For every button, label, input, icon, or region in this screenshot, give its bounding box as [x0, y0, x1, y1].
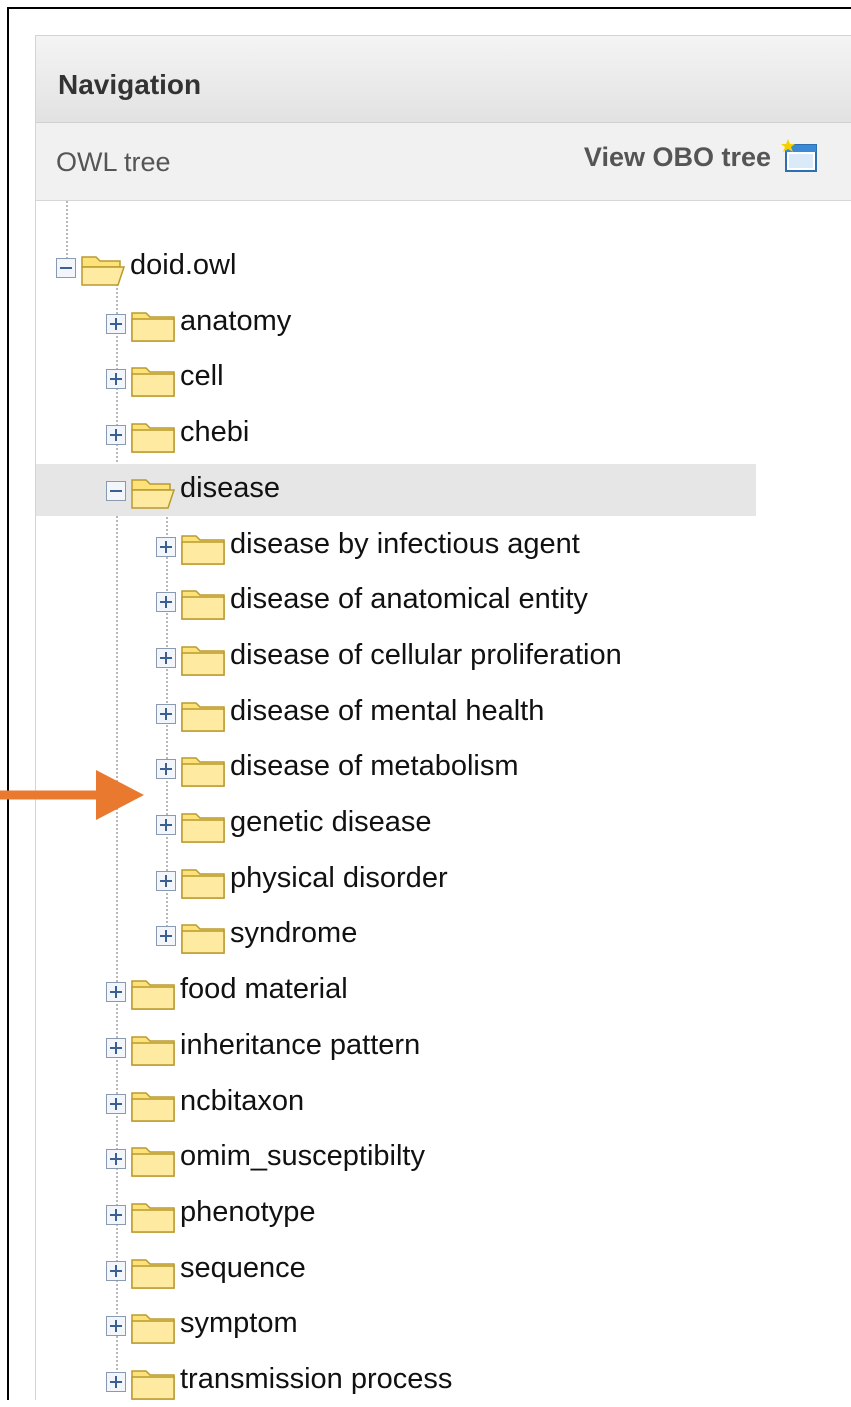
owl-tree: doid.owl anatomy cell chebi disease disease b… — [36, 201, 851, 1400]
folder-icon — [130, 1142, 176, 1178]
tree-node-label[interactable]: disease of anatomical entity — [230, 583, 588, 616]
folder-icon — [130, 1309, 176, 1345]
tree-node-label[interactable]: disease of metabolism — [230, 750, 519, 783]
tree-node-label[interactable]: sequence — [180, 1252, 306, 1285]
tree-node-label[interactable]: genetic disease — [230, 806, 432, 839]
collapse-toggle-icon[interactable] — [56, 258, 76, 278]
expand-toggle-icon[interactable] — [156, 536, 176, 557]
expand-toggle-icon[interactable] — [156, 926, 176, 947]
tree-switch-bar: OWL tree View OBO tree — [36, 123, 851, 201]
tree-node-label[interactable]: transmission process — [180, 1363, 452, 1396]
tree-node-food-material[interactable]: food material — [36, 965, 756, 1017]
tree-node-label[interactable]: chebi — [180, 416, 249, 449]
folder-icon — [130, 307, 176, 343]
folder-icon — [180, 919, 226, 955]
new-window-icon[interactable] — [781, 139, 821, 175]
folder-icon — [130, 975, 176, 1011]
folder-icon — [130, 1031, 176, 1067]
tree-node-label[interactable]: disease of mental health — [230, 695, 544, 728]
expand-toggle-icon[interactable] — [106, 982, 126, 1003]
panel-title: Navigation — [58, 69, 202, 100]
tree-node-label[interactable]: omim_susceptibilty — [180, 1140, 425, 1173]
expand-toggle-icon[interactable] — [156, 815, 176, 835]
tree-node-label[interactable]: food material — [180, 973, 348, 1006]
view-obo-tree-link[interactable]: View OBO tree — [584, 139, 821, 175]
tree-node-disease-of-mental-health[interactable]: disease of mental health — [36, 687, 756, 739]
expand-toggle-icon[interactable] — [106, 1037, 126, 1058]
view-obo-tree-label[interactable]: View OBO tree — [584, 142, 771, 173]
folder-icon — [180, 752, 226, 788]
expand-toggle-icon[interactable] — [106, 369, 126, 390]
expand-toggle-icon[interactable] — [156, 703, 176, 724]
tree-node-disease-of-cellular-proliferation[interactable]: disease of cellular proliferation — [36, 631, 756, 683]
tree-node-ncbitaxon[interactable]: ncbitaxon — [36, 1077, 756, 1129]
folder-icon — [180, 808, 226, 844]
tree-node-doid-owl[interactable]: doid.owl — [36, 241, 756, 293]
expand-toggle-icon[interactable] — [106, 1372, 126, 1392]
tree-node-disease-of-anatomical-entity[interactable]: disease of anatomical entity — [36, 575, 756, 627]
folder-icon — [130, 1198, 176, 1234]
folder-icon — [130, 1365, 176, 1401]
tree-node-label[interactable]: symptom — [180, 1307, 298, 1340]
folder-icon — [180, 864, 226, 900]
folder-icon — [180, 641, 226, 677]
folder-icon — [130, 1254, 176, 1290]
tree-node-symptom[interactable]: symptom — [36, 1299, 756, 1351]
expand-toggle-icon[interactable] — [106, 1260, 126, 1281]
tree-node-label[interactable]: anatomy — [180, 305, 291, 338]
expand-toggle-icon[interactable] — [156, 870, 176, 891]
tree-node-disease[interactable]: disease — [36, 463, 756, 516]
expand-toggle-icon[interactable] — [106, 1316, 126, 1337]
folder-icon — [130, 1087, 176, 1123]
tree-node-disease-by-infectious-agent[interactable]: disease by infectious agent — [36, 520, 756, 572]
tree-node-label[interactable]: physical disorder — [230, 862, 448, 895]
folder-open-icon — [80, 251, 126, 287]
expand-toggle-icon[interactable] — [106, 1204, 126, 1225]
expand-toggle-icon[interactable] — [156, 592, 176, 613]
expand-toggle-icon[interactable] — [156, 647, 176, 668]
folder-icon — [130, 362, 176, 398]
navigation-panel: Navigation OWL tree View OBO tree doid.o… — [35, 35, 851, 1400]
tree-node-label[interactable]: disease — [180, 472, 280, 505]
folder-icon — [130, 418, 176, 454]
tree-node-label[interactable]: doid.owl — [130, 249, 236, 282]
tree-node-label[interactable]: inheritance pattern — [180, 1029, 420, 1062]
tree-node-label[interactable]: phenotype — [180, 1196, 315, 1229]
tree-node-cell[interactable]: cell — [36, 352, 756, 404]
folder-icon — [180, 697, 226, 733]
tree-node-syndrome[interactable]: syndrome — [36, 909, 756, 961]
folder-open-icon — [130, 474, 176, 510]
expand-toggle-icon[interactable] — [106, 313, 126, 334]
tree-node-anatomy[interactable]: anatomy — [36, 297, 756, 349]
tree-node-label[interactable]: disease by infectious agent — [230, 528, 580, 561]
owl-tree-label: OWL tree — [56, 147, 171, 177]
collapse-toggle-icon[interactable] — [106, 480, 126, 501]
panel-header: Navigation — [36, 36, 851, 123]
tree-node-chebi[interactable]: chebi — [36, 408, 756, 460]
annotation-arrow — [0, 770, 144, 820]
tree-node-omim-susceptibilty[interactable]: omim_susceptibilty — [36, 1132, 756, 1184]
folder-icon — [180, 530, 226, 566]
tree-node-sequence[interactable]: sequence — [36, 1244, 756, 1296]
tree-node-label[interactable]: disease of cellular proliferation — [230, 639, 622, 672]
folder-icon — [180, 585, 226, 621]
expand-toggle-icon[interactable] — [106, 425, 126, 446]
tree-node-transmission-process[interactable]: transmission process — [36, 1355, 756, 1407]
tree-node-physical-disorder[interactable]: physical disorder — [36, 854, 756, 906]
expand-toggle-icon[interactable] — [106, 1093, 126, 1114]
tree-node-label[interactable]: ncbitaxon — [180, 1085, 304, 1118]
expand-toggle-icon[interactable] — [106, 1149, 126, 1170]
expand-toggle-icon[interactable] — [156, 759, 176, 780]
tree-node-label[interactable]: cell — [180, 360, 224, 393]
tree-node-label[interactable]: syndrome — [230, 917, 357, 950]
tree-node-phenotype[interactable]: phenotype — [36, 1188, 756, 1240]
tree-node-inheritance-pattern[interactable]: inheritance pattern — [36, 1021, 756, 1073]
